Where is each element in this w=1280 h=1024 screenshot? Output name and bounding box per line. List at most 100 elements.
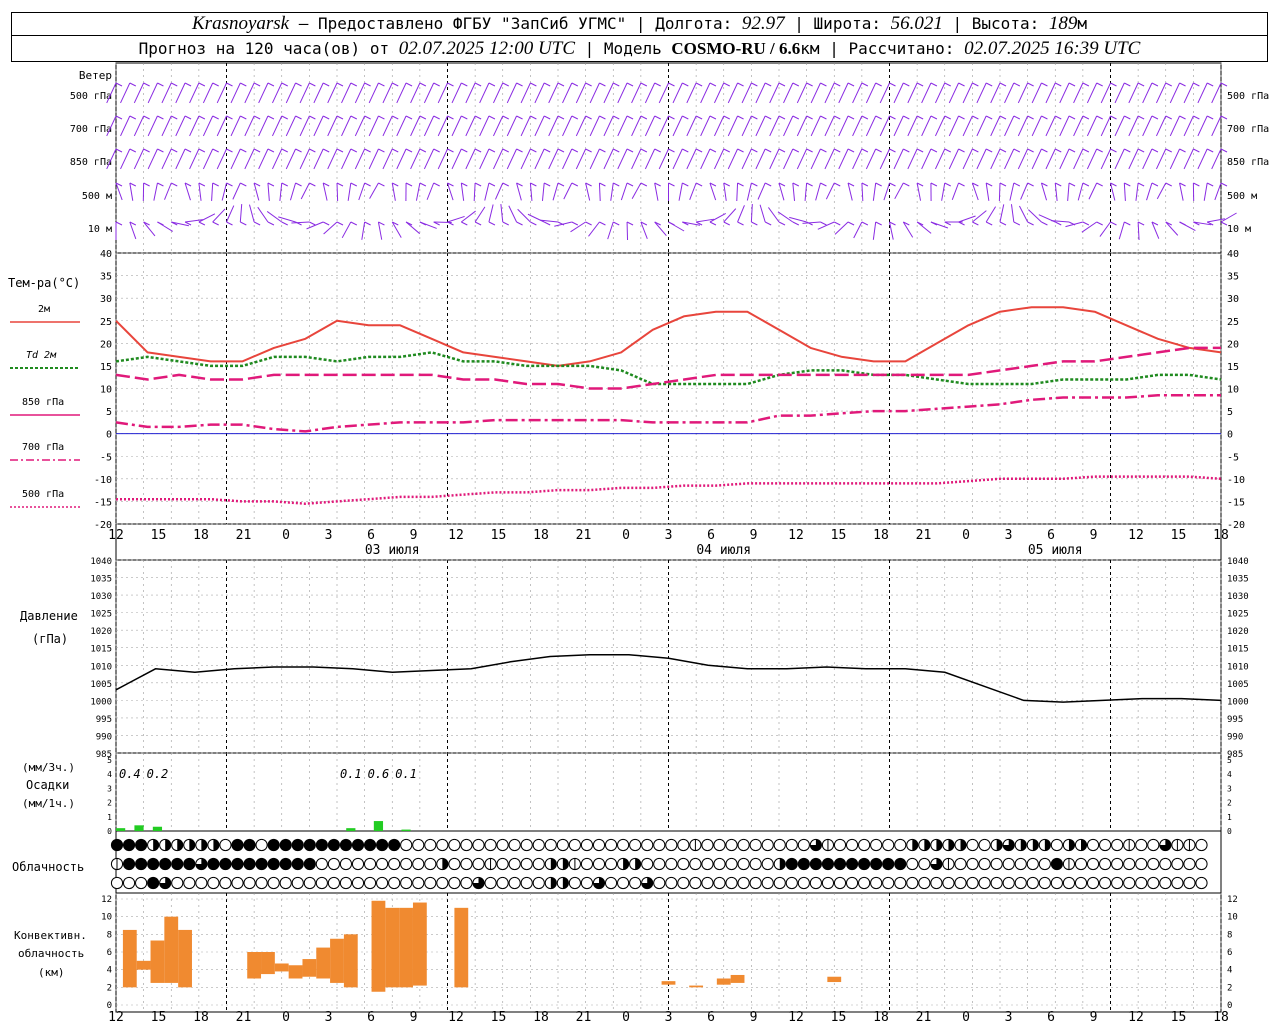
wind-barb-flag: [350, 182, 358, 187]
precip-tick-right: 0: [1227, 827, 1232, 836]
wind-barb-flag: [1013, 221, 1021, 226]
cloud-symbol: [966, 876, 979, 890]
conv-tick-left: 2: [107, 983, 112, 993]
wind-barb-flag: [751, 221, 758, 226]
cloud-symbol: [749, 857, 762, 871]
wind-barb-flag: [861, 115, 869, 120]
cloud-fill-half: [177, 839, 183, 851]
wind-barb: [723, 182, 727, 201]
date-label: 03 июля: [365, 543, 420, 558]
time-tick-mid: 12: [1128, 528, 1144, 543]
pressure-tick-right: 1030: [1227, 592, 1249, 602]
wind-barb: [1118, 221, 1125, 240]
wind-barb: [815, 182, 821, 201]
wind-barb-flag: [861, 148, 869, 153]
wind-barb: [257, 206, 269, 223]
temp-tick-right: 10: [1227, 385, 1239, 396]
cloud-symbol: [303, 876, 316, 890]
wind-barb: [620, 182, 628, 201]
cloud-symbol: [448, 876, 461, 890]
wind-barb-flag: [488, 182, 496, 187]
cloud-symbol: [339, 876, 353, 890]
conv-bar: [330, 938, 344, 983]
precip-unit-1h: (мм/1ч.): [22, 797, 75, 810]
cloud-symbol: [580, 876, 594, 890]
cloud-fill-overcast: [256, 858, 268, 870]
wind-barb-flag: [115, 148, 123, 153]
wind-barb-flag: [972, 221, 979, 226]
wind-barb-flag: [958, 182, 965, 187]
wind-barb-flag: [240, 115, 247, 120]
time-tick-mid: 15: [151, 528, 167, 543]
wind-barb-flag: [585, 148, 592, 153]
temp-tick-right: 15: [1227, 362, 1239, 373]
cloud-symbol: [412, 857, 425, 871]
pressure-tick-right: 1035: [1227, 575, 1249, 585]
cloud-symbol: [532, 876, 545, 890]
cloud-symbol: [472, 857, 485, 871]
cloud-symbol: [677, 876, 690, 890]
cloud-symbol: [400, 876, 413, 890]
cloud-symbol: [1050, 876, 1064, 890]
wind-barb-flag: [654, 115, 661, 120]
wind-barb-flag: [751, 82, 758, 87]
pressure-tick-left: 995: [96, 715, 112, 725]
cloud-fill-half: [213, 839, 219, 851]
wind-barb-flag: [516, 148, 523, 153]
time-tick-mid: 9: [750, 528, 758, 543]
time-tick-bottom: 15: [151, 1010, 167, 1024]
wind-barb: [198, 213, 216, 223]
wind-barb-flag: [1193, 115, 1200, 120]
conv-bar: [412, 902, 427, 986]
wind-barb-flag: [764, 115, 772, 120]
wind-barb-flag: [350, 148, 358, 153]
wind-barb-flag: [1110, 115, 1117, 120]
temp-tick-left: -15: [94, 497, 112, 508]
wind-barb-flag: [613, 82, 620, 87]
temp-legend-label: 500 гПа: [22, 489, 64, 500]
temp-tick-left: 10: [100, 385, 112, 396]
wind-barb-flag: [999, 221, 1007, 226]
wind-barb-flag: [999, 82, 1007, 87]
conv-bar: [288, 965, 303, 979]
wind-barb-flag: [985, 115, 993, 120]
cloud-symbol: [797, 876, 810, 890]
wind-barb: [289, 182, 297, 201]
precip-tick-left: 0: [107, 827, 112, 836]
cloud-symbol: [532, 857, 545, 871]
cloud-fill-overcast: [316, 839, 328, 851]
conv-tick-left: 4: [107, 966, 112, 976]
wind-barb-flag: [806, 82, 813, 87]
wind-barb-flag: [916, 115, 924, 120]
wind-barb-flag: [267, 148, 275, 153]
wind-barb-flag: [1165, 115, 1172, 120]
wind-barb-flag: [682, 82, 689, 87]
conv-bar: [689, 985, 704, 988]
cloud-symbol: [809, 876, 823, 890]
wind-barb-flag: [557, 115, 565, 120]
cloud-fill-overcast: [870, 858, 882, 870]
precip-tick-right: 2: [1227, 799, 1232, 808]
wind-barb: [999, 204, 1005, 223]
wind-barb-flag: [930, 115, 938, 120]
wind-barb-flag: [502, 82, 509, 87]
cloud-fill-overcast: [822, 858, 834, 870]
cloud-symbol: [1111, 838, 1124, 852]
wind-barb-flag: [613, 115, 620, 120]
wind-barb-flag: [212, 115, 219, 120]
wind-barb-flag: [1068, 148, 1076, 153]
cloud-symbol: [761, 838, 774, 852]
cloud-symbol: [761, 876, 774, 890]
cloud-symbol: [978, 838, 991, 852]
wind-barb-flag: [985, 82, 993, 87]
wind-barb-flag: [350, 115, 358, 120]
wind-barb-flag: [1206, 182, 1214, 187]
pressure-panel: 1040 1040 1035 1035 1030 1030 1025 1025 1020 1020…: [20, 557, 1249, 760]
cloud-symbol: [1099, 876, 1112, 890]
wind-barb-flag: [723, 115, 730, 120]
wind-barb-flag: [1027, 82, 1034, 87]
wind-barb-flag: [1041, 115, 1048, 120]
wind-barb: [143, 221, 156, 237]
cloud-symbol: [1074, 857, 1088, 871]
time-tick-mid: 3: [1005, 528, 1013, 543]
